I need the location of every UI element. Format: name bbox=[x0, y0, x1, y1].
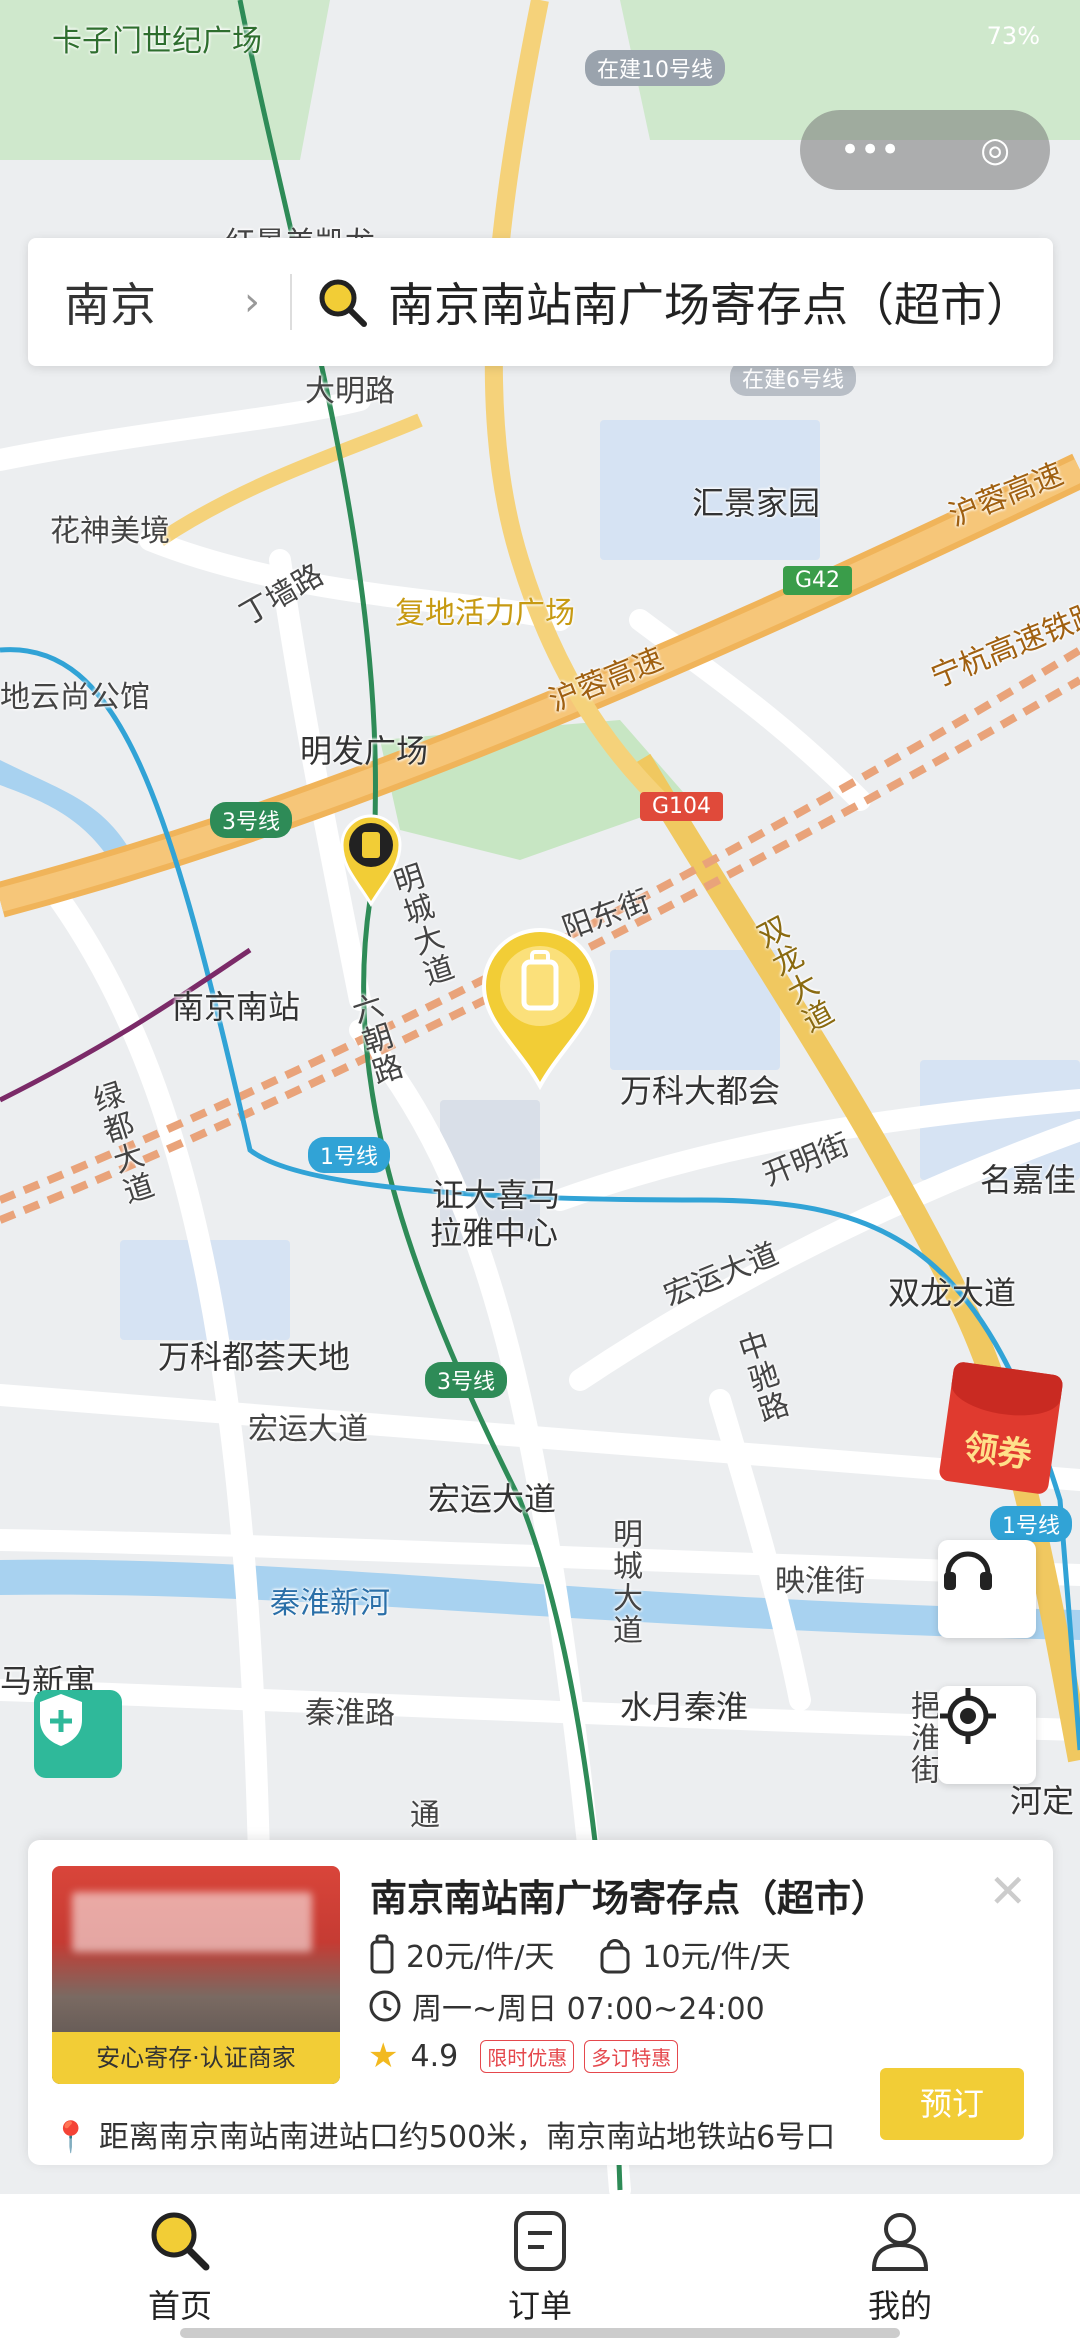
clock-icon bbox=[369, 1990, 401, 2022]
customer-service-button[interactable] bbox=[938, 1540, 1036, 1638]
search-bar[interactable]: 南京 › 南京南站南广场寄存点（超市） bbox=[28, 238, 1053, 366]
tab-orders[interactable]: 订单 bbox=[440, 2207, 640, 2327]
coupon-button[interactable]: 领券 bbox=[938, 1360, 1064, 1496]
map-label: 万科大都会 bbox=[620, 1072, 781, 1110]
address-text: 距离南京南站南进站口约500米，南京南站地铁站6号口 bbox=[98, 2120, 836, 2155]
metro-badge: 3号线 bbox=[425, 1362, 507, 1398]
map-label: 通 bbox=[410, 1798, 440, 1833]
safety-button[interactable] bbox=[34, 1690, 122, 1778]
store-title: 南京南站南广场寄存点（超市） bbox=[370, 1877, 888, 1920]
map-label: 宏运大道 bbox=[248, 1412, 368, 1447]
map-label: 复地活力广场 bbox=[395, 596, 575, 631]
map-label: 宏运大道 bbox=[428, 1480, 557, 1518]
promo-tag: 多订特惠 bbox=[584, 2039, 679, 2073]
luggage-icon bbox=[370, 1934, 394, 1974]
map-label: 明城大道 bbox=[607, 1518, 642, 1646]
book-button[interactable]: 预订 bbox=[880, 2068, 1024, 2140]
rating-row: ★ 4.9 限时优惠 多订特惠 bbox=[368, 2036, 679, 2076]
city-selector[interactable]: 南京 bbox=[28, 269, 254, 335]
order-icon bbox=[514, 2211, 566, 2271]
search-icon bbox=[319, 279, 367, 327]
map-label: 水月秦淮 bbox=[620, 1688, 749, 1726]
home-indicator bbox=[180, 2328, 900, 2338]
tab-label: 首页 bbox=[147, 2287, 212, 2325]
map-label: 双龙大道 bbox=[888, 1274, 1017, 1312]
shield-icon bbox=[40, 1694, 82, 1746]
map-label: 汇景家园 bbox=[692, 484, 821, 522]
tab-home[interactable]: 首页 bbox=[80, 2207, 280, 2327]
map-label: 秦淮路 bbox=[305, 1696, 395, 1731]
store-address: 📍 距离南京南站南进站口约500米，南京南站地铁站6号口 bbox=[52, 2112, 882, 2156]
close-icon[interactable]: ✕ bbox=[988, 1864, 1027, 1918]
search-icon bbox=[151, 2212, 210, 2271]
map-label: 大明路 bbox=[305, 374, 395, 409]
bag-price: 10元/件/天 bbox=[642, 1940, 791, 1975]
map-label: 明发广场 bbox=[300, 732, 429, 770]
metro-badge: 1号线 bbox=[990, 1506, 1072, 1542]
map-label: 万科都荟天地 bbox=[158, 1338, 351, 1376]
locate-icon bbox=[940, 1688, 996, 1744]
close-circle-icon[interactable]: ◎ bbox=[980, 130, 1010, 170]
metro-badge: 3号线 bbox=[210, 802, 292, 838]
store-photo: 安心寄存·认证商家 bbox=[52, 1866, 340, 2084]
divider bbox=[290, 274, 292, 330]
selected-storage-pin[interactable] bbox=[478, 926, 602, 1092]
bag-icon bbox=[600, 1939, 630, 1974]
price-row: 20元/件/天 10元/件/天 bbox=[368, 1932, 791, 1976]
coupon-label: 领券 bbox=[961, 1427, 1035, 1477]
rating-value: 4.9 bbox=[410, 2038, 459, 2074]
star-icon: ★ bbox=[368, 2036, 399, 2076]
map-label: 映淮街 bbox=[775, 1564, 865, 1599]
metro-badge: 1号线 bbox=[308, 1137, 390, 1173]
promo-tag: 限时优惠 bbox=[480, 2039, 575, 2073]
mini-program-capsule[interactable]: ••• ◎ bbox=[800, 110, 1050, 190]
bottom-tab-bar: 首页 订单 我的 bbox=[0, 2194, 1080, 2340]
person-icon bbox=[871, 2213, 929, 2271]
map-label: 秦淮新河 bbox=[270, 1586, 390, 1621]
photo-tag: 安心寄存·认证商家 bbox=[52, 2032, 340, 2084]
map-label: 地云尚公馆 bbox=[0, 680, 150, 715]
more-icon[interactable]: ••• bbox=[840, 130, 900, 170]
chevron-right-icon: › bbox=[244, 279, 260, 325]
opening-hours: 周一~周日 07:00~24:00 bbox=[412, 1992, 765, 2027]
map-label: 南京南站 bbox=[172, 988, 301, 1026]
highway-badge: G104 bbox=[640, 792, 724, 821]
hours-row: 周一~周日 07:00~24:00 bbox=[368, 1984, 765, 2028]
search-query[interactable]: 南京南站南广场寄存点（超市） bbox=[388, 269, 1032, 335]
store-card[interactable]: 安心寄存·认证商家 南京南站南广场寄存点（超市） ✕ 20元/件/天 10元/件… bbox=[28, 1840, 1053, 2165]
locate-button[interactable] bbox=[938, 1686, 1036, 1784]
location-pin-icon: 📍 bbox=[52, 2120, 90, 2155]
map-label: 花神美境 bbox=[50, 514, 170, 549]
map-label: 名嘉佳 bbox=[980, 1161, 1077, 1199]
battery-level: 73% bbox=[986, 22, 1040, 50]
headset-icon bbox=[944, 1551, 992, 1590]
luggage-price: 20元/件/天 bbox=[406, 1940, 555, 1975]
tab-label: 我的 bbox=[867, 2287, 932, 2325]
map-label: 拉雅中心 bbox=[430, 1214, 559, 1252]
tab-profile[interactable]: 我的 bbox=[800, 2207, 1000, 2327]
highway-badge: G42 bbox=[783, 566, 853, 595]
status-bar: 73% bbox=[0, 0, 1080, 70]
storage-pin[interactable] bbox=[338, 812, 404, 908]
tab-label: 订单 bbox=[507, 2287, 572, 2325]
